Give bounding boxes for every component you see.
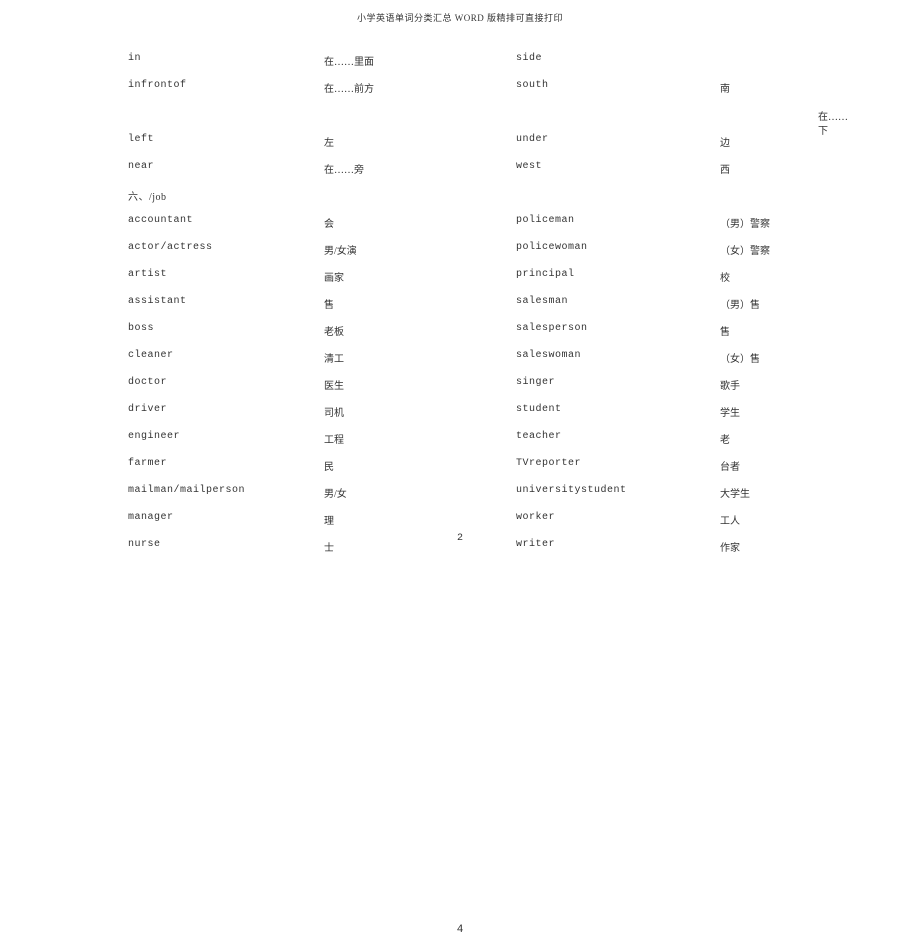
english-word-1: actor/actress	[128, 242, 324, 253]
chinese-translation-1: 医生	[324, 377, 516, 392]
english-word-2: teacher	[516, 431, 720, 442]
chinese-translation-2: 大学生	[720, 485, 750, 500]
english-word-1: assistant	[128, 296, 324, 307]
english-word-2: side	[516, 53, 720, 64]
vocab-row: assistant售salesman（男）售	[128, 292, 850, 319]
english-word-2: principal	[516, 269, 720, 280]
chinese-translation-2: （女）警察	[720, 242, 770, 257]
english-word-1: left	[128, 134, 324, 145]
english-word-2: TVreporter	[516, 458, 720, 469]
vocab-row: mailman/mailperson男/女universitystudent大学…	[128, 481, 850, 508]
english-word-1: in	[128, 53, 324, 64]
page-number-2: 2	[0, 533, 920, 544]
english-word-2: saleswoman	[516, 350, 720, 361]
under-translation: 在……下	[818, 111, 850, 139]
english-word-1: boss	[128, 323, 324, 334]
vocab-row: accountant会policeman（男）警察	[128, 211, 850, 238]
english-word-1: engineer	[128, 431, 324, 442]
english-word-2: salesperson	[516, 323, 720, 334]
chinese-translation-1: 清工	[324, 350, 516, 365]
chinese-translation-1: 理	[324, 512, 516, 527]
vocab-row: engineer工程teacher老	[128, 427, 850, 454]
chinese-translation-2: 边	[720, 134, 730, 149]
english-word-1: doctor	[128, 377, 324, 388]
english-word-2: student	[516, 404, 720, 415]
chinese-translation-2: 南	[720, 80, 730, 95]
english-word-2: salesman	[516, 296, 720, 307]
chinese-translation-1: 画家	[324, 269, 516, 284]
vocab-row: artist画家principal校	[128, 265, 850, 292]
chinese-translation-1: 工程	[324, 431, 516, 446]
chinese-translation-2: 学生	[720, 404, 740, 419]
english-word-2: singer	[516, 377, 720, 388]
vocab-row: in在……里面side	[128, 49, 850, 76]
english-word-2: policeman	[516, 215, 720, 226]
vocab-row	[128, 103, 850, 130]
vocab-row: manager理worker工人	[128, 508, 850, 535]
english-word-1: driver	[128, 404, 324, 415]
chinese-translation-2: 歌手	[720, 377, 740, 392]
chinese-translation-2: （男）警察	[720, 215, 770, 230]
english-word-1: infrontof	[128, 80, 324, 91]
chinese-translation-1: 在……前方	[324, 80, 516, 95]
vocab-row: 六、/job	[128, 184, 850, 211]
chinese-translation-1: 老板	[324, 323, 516, 338]
vocab-row: infrontof在……前方south南	[128, 76, 850, 103]
english-word-2: west	[516, 161, 720, 172]
vocab-row: actor/actress男/女演policewoman（女）警察	[128, 238, 850, 265]
vocab-row: doctor医生singer歌手	[128, 373, 850, 400]
chinese-translation-1: 会	[324, 215, 516, 230]
content-area: in在……里面sideinfrontof在……前方south南left左unde…	[128, 49, 850, 562]
vocab-row: driver司机student学生	[128, 400, 850, 427]
english-word-1: artist	[128, 269, 324, 280]
english-word-2: under	[516, 134, 720, 145]
english-word-1: near	[128, 161, 324, 172]
page-number-4: 4	[0, 924, 920, 936]
english-word-2: south	[516, 80, 720, 91]
chinese-translation-2: 售	[720, 323, 730, 338]
chinese-translation-1: 男/女演	[324, 242, 516, 257]
header-text: 小学英语单词分类汇总 WORD 版精排可直接打印	[357, 13, 563, 23]
chinese-translation-2: 西	[720, 161, 730, 176]
chinese-translation-2: 校	[720, 269, 730, 284]
chinese-translation-2: （男）售	[720, 296, 760, 311]
english-word-2: policewoman	[516, 242, 720, 253]
english-word-1: mailman/mailperson	[128, 485, 324, 496]
english-word-1: accountant	[128, 215, 324, 226]
chinese-translation-2: 老	[720, 431, 730, 446]
document-header: 小学英语单词分类汇总 WORD 版精排可直接打印	[0, 0, 920, 24]
chinese-translation-2: （女）售	[720, 350, 760, 365]
chinese-translation-1: 司机	[324, 404, 516, 419]
english-word-2: worker	[516, 512, 720, 523]
chinese-translation-2: 台者	[720, 458, 740, 473]
chinese-translation-2: 工人	[720, 512, 740, 527]
english-word-1: manager	[128, 512, 324, 523]
chinese-translation-1: 售	[324, 296, 516, 311]
chinese-translation-1: 在……旁	[324, 161, 516, 176]
vocab-row: farmer民TVreporter台者	[128, 454, 850, 481]
under-line1: 在……下	[818, 111, 850, 139]
vocab-row: left左under边	[128, 130, 850, 157]
vocab-row: boss老板salesperson售	[128, 319, 850, 346]
chinese-translation-1: 左	[324, 134, 516, 149]
english-word-1: farmer	[128, 458, 324, 469]
chinese-translation-1: 男/女	[324, 485, 516, 500]
chinese-translation-1: 在……里面	[324, 53, 516, 68]
english-word-1: 六、/job	[128, 188, 324, 203]
vocab-row: cleaner清工saleswoman（女）售	[128, 346, 850, 373]
english-word-2: universitystudent	[516, 485, 720, 496]
english-word-1: cleaner	[128, 350, 324, 361]
chinese-translation-1: 民	[324, 458, 516, 473]
vocab-row: near在……旁west西	[128, 157, 850, 184]
